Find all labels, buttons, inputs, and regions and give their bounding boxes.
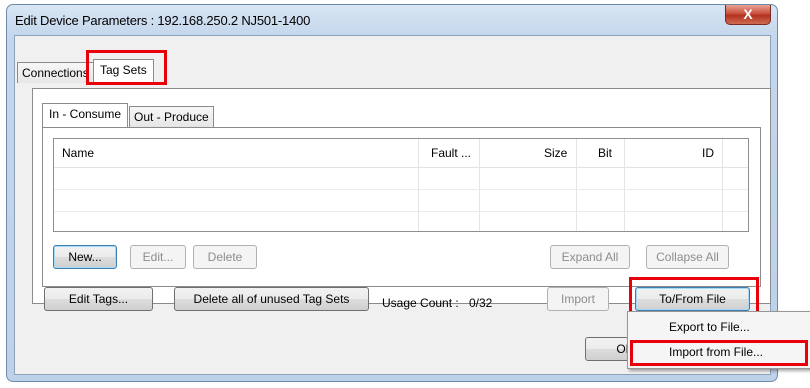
collapse-all-button[interactable]: Collapse All (646, 245, 729, 269)
subtab-in-consume[interactable]: In - Consume (42, 103, 129, 127)
column-divider (418, 139, 419, 231)
column-id[interactable]: ID (702, 139, 714, 167)
edit-tags-button[interactable]: Edit Tags... (44, 287, 153, 311)
column-bit[interactable]: Bit (598, 139, 612, 167)
tab-tag-sets-label: Tag Sets (100, 63, 147, 77)
column-divider (576, 139, 577, 231)
menu-item-import-from-file[interactable]: Import from File... (630, 340, 806, 364)
tab-connections-label: Connections (22, 66, 89, 80)
column-divider (624, 139, 625, 231)
to-from-file-menu: Export to File... Import from File... (627, 311, 810, 369)
column-divider (722, 139, 723, 231)
tab-connections[interactable]: Connections (17, 62, 94, 83)
row-divider (54, 211, 748, 212)
column-name[interactable]: Name (62, 139, 94, 167)
close-icon: X (743, 6, 753, 22)
delete-button[interactable]: Delete (193, 245, 257, 269)
menu-item-export-to-file[interactable]: Export to File... (630, 315, 806, 339)
column-fault[interactable]: Fault ... (431, 139, 471, 167)
import-button[interactable]: Import (547, 287, 609, 311)
row-divider (54, 189, 748, 190)
column-size[interactable]: Size (544, 139, 567, 167)
to-from-file-button[interactable]: To/From File (635, 287, 750, 311)
tab-tag-sets[interactable]: Tag Sets (93, 59, 154, 83)
tag-sets-panel: In - Consume Out - Produce Name Fault ..… (32, 88, 771, 304)
subtab-in-consume-label: In - Consume (49, 107, 122, 121)
column-divider (479, 139, 480, 231)
edit-button[interactable]: Edit... (130, 245, 186, 269)
expand-all-button[interactable]: Expand All (550, 245, 630, 269)
close-button[interactable]: X (725, 5, 771, 25)
delete-unused-tag-sets-button[interactable]: Delete all of unused Tag Sets (174, 287, 369, 311)
subtab-out-produce-label: Out - Produce (134, 110, 209, 124)
tag-set-table[interactable]: Name Fault ... Size Bit ID (53, 138, 749, 232)
usage-count-value: 0/32 (469, 296, 493, 310)
dialog-title: Edit Device Parameters : 192.168.250.2 N… (15, 13, 311, 28)
subtab-out-produce[interactable]: Out - Produce (129, 106, 214, 127)
consume-panel: Name Fault ... Size Bit ID New... Edit..… (42, 127, 761, 287)
table-header: Name Fault ... Size Bit ID (54, 139, 748, 168)
new-button[interactable]: New... (53, 245, 117, 269)
usage-count-label: Usage Count : (382, 296, 459, 310)
